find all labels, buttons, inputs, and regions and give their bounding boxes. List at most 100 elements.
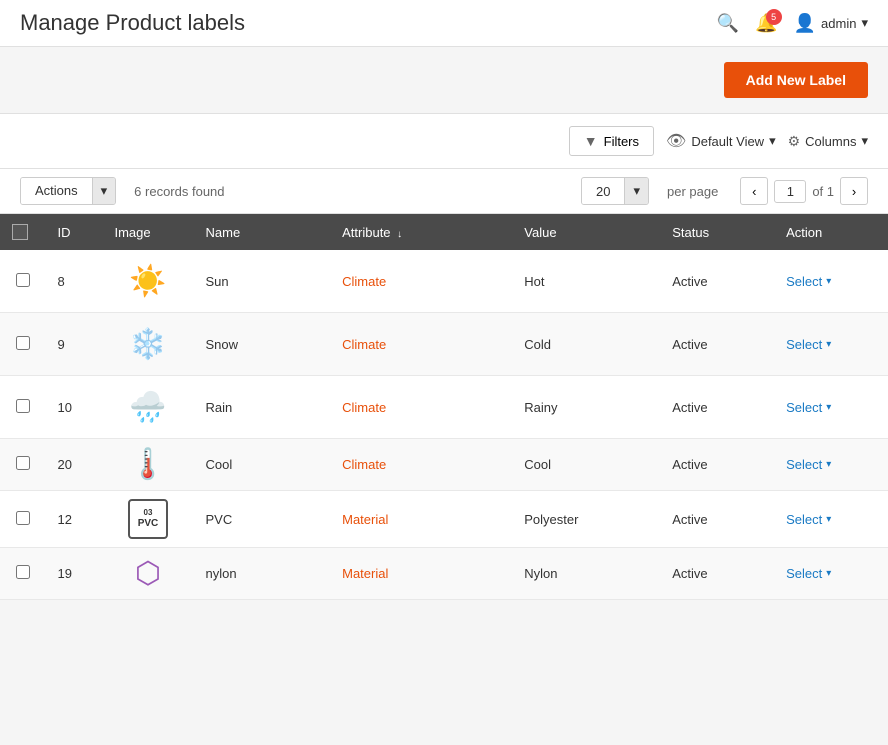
columns-label: Columns <box>805 134 856 149</box>
row-value: Cool <box>512 439 660 491</box>
row-value: Cold <box>512 313 660 376</box>
notifications-button[interactable]: 🔔 5 <box>755 13 777 34</box>
row-attribute[interactable]: Material <box>330 548 512 600</box>
gear-icon: ⚙ <box>788 133 801 150</box>
user-name: admin <box>821 16 856 31</box>
th-value: Value <box>512 214 660 250</box>
table-row: 8 ☀️ Sun Climate HotActive Select ▾ <box>0 250 888 313</box>
attribute-link[interactable]: Climate <box>342 457 386 472</box>
select-caret-icon: ▾ <box>826 514 831 525</box>
row-name: Cool <box>194 439 331 491</box>
sun-icon: ☀️ <box>125 258 171 304</box>
select-button[interactable]: Select ▾ <box>786 457 831 472</box>
product-image: ⬡ <box>114 556 181 591</box>
product-image: ❄️ <box>114 321 181 367</box>
table-row: 9 ❄️ SnowClimateColdActive Select ▾ <box>0 313 888 376</box>
select-button[interactable]: Select ▾ <box>786 337 831 352</box>
select-all-checkbox-header[interactable] <box>0 214 46 250</box>
add-new-label-button[interactable]: Add New Label <box>724 62 868 98</box>
row-id: 12 <box>46 491 103 548</box>
row-checkbox[interactable] <box>16 273 30 287</box>
search-icon: 🔍 <box>717 13 739 33</box>
row-attribute[interactable]: Material <box>330 491 512 548</box>
pagination-nav: ‹ 1 of 1 › <box>740 177 868 205</box>
row-value: Hot <box>512 250 660 313</box>
th-attribute[interactable]: Attribute ↓ <box>330 214 512 250</box>
search-button[interactable]: 🔍 <box>717 13 739 34</box>
user-menu-button[interactable]: 👤 admin ▾ <box>794 13 868 34</box>
row-status: Active <box>660 548 774 600</box>
header-checkbox[interactable] <box>12 224 28 240</box>
row-name: nylon <box>194 548 331 600</box>
row-attribute[interactable]: Climate <box>330 313 512 376</box>
row-checkbox[interactable] <box>16 399 30 413</box>
attribute-link[interactable]: Climate <box>342 337 386 352</box>
row-name: PVC <box>194 491 331 548</box>
next-page-button[interactable]: › <box>840 177 868 205</box>
attribute-link[interactable]: Climate <box>342 400 386 415</box>
table-row: 12 03 PVC PVCMaterialPolyesterActive Sel… <box>0 491 888 548</box>
row-name: Rain <box>194 376 331 439</box>
row-checkbox[interactable] <box>16 511 30 525</box>
row-id: 10 <box>46 376 103 439</box>
columns-button[interactable]: ⚙ Columns ▾ <box>788 133 868 150</box>
view-button[interactable]: 👁 Default View ▾ <box>666 131 776 151</box>
actions-dropdown[interactable]: Actions ▾ <box>20 177 116 205</box>
row-status: Active <box>660 250 774 313</box>
actions-caret-icon[interactable]: ▾ <box>92 178 116 204</box>
select-button[interactable]: Select ▾ <box>786 512 831 527</box>
row-value: Rainy <box>512 376 660 439</box>
row-status: Active <box>660 439 774 491</box>
select-button[interactable]: Select ▾ <box>786 274 831 289</box>
table-row: 10 🌧️ RainClimateRainyActive Select ▾ <box>0 376 888 439</box>
select-label: Select <box>786 512 822 527</box>
row-checkbox-cell <box>0 313 46 376</box>
th-status: Status <box>660 214 774 250</box>
row-attribute[interactable]: Climate <box>330 439 512 491</box>
page-number: 1 <box>774 180 806 203</box>
select-caret-icon: ▾ <box>826 276 831 287</box>
table-row: 19 ⬡ nylonMaterialNylonActive Select ▾ <box>0 548 888 600</box>
th-name: Name <box>194 214 331 250</box>
select-label: Select <box>786 337 822 352</box>
pvc-image: 03 PVC <box>128 499 168 539</box>
row-id: 19 <box>46 548 103 600</box>
page-of: of 1 <box>812 184 834 199</box>
records-count: 6 records found <box>134 184 224 199</box>
per-page-select[interactable]: 20 ▾ <box>581 177 649 205</box>
view-label: Default View <box>691 134 764 149</box>
filter-bar: ▼ Filters 👁 Default View ▾ ⚙ Columns ▾ <box>0 114 888 169</box>
row-checkbox[interactable] <box>16 336 30 350</box>
row-attribute[interactable]: Climate <box>330 376 512 439</box>
attribute-link[interactable]: Material <box>342 512 388 527</box>
row-name: Sun <box>194 250 331 313</box>
product-image: 🌡️ <box>114 447 181 482</box>
snow-icon: ❄️ <box>125 321 171 367</box>
select-button[interactable]: Select ▾ <box>786 400 831 415</box>
row-checkbox-cell <box>0 491 46 548</box>
select-label: Select <box>786 566 822 581</box>
select-button[interactable]: Select ▾ <box>786 566 831 581</box>
row-status: Active <box>660 491 774 548</box>
row-id: 8 <box>46 250 103 313</box>
row-attribute[interactable]: Climate <box>330 250 512 313</box>
user-icon: 👤 <box>794 13 816 34</box>
prev-page-button[interactable]: ‹ <box>740 177 768 205</box>
user-caret-icon: ▾ <box>861 15 868 31</box>
top-bar: Manage Product labels 🔍 🔔 5 👤 admin ▾ <box>0 0 888 47</box>
row-action-cell: Select ▾ <box>774 313 888 376</box>
select-caret-icon: ▾ <box>826 568 831 579</box>
row-image-cell: 🌧️ <box>102 376 193 439</box>
row-checkbox[interactable] <box>16 565 30 579</box>
attribute-link[interactable]: Material <box>342 566 388 581</box>
row-checkbox[interactable] <box>16 456 30 470</box>
per-page-value: 20 <box>582 179 624 204</box>
select-label: Select <box>786 274 822 289</box>
filters-button[interactable]: ▼ Filters <box>569 126 654 156</box>
row-checkbox-cell <box>0 439 46 491</box>
row-action-cell: Select ▾ <box>774 250 888 313</box>
notification-badge: 5 <box>766 9 782 25</box>
sort-icon: ↓ <box>397 229 402 240</box>
attribute-link[interactable]: Climate <box>342 274 386 289</box>
per-page-caret-icon[interactable]: ▾ <box>624 178 648 204</box>
